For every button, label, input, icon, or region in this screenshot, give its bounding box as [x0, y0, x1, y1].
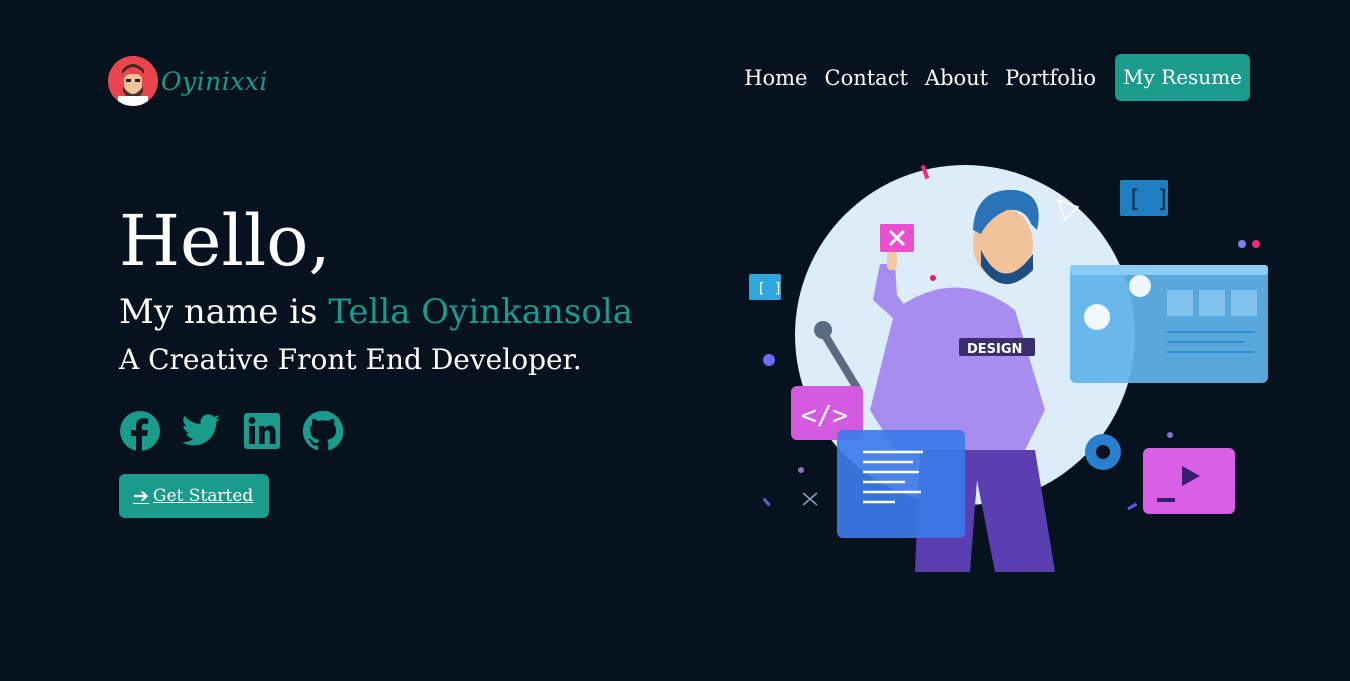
nav-about[interactable]: About [925, 66, 988, 90]
linkedin-icon[interactable] [241, 410, 283, 452]
main-nav: Home Contact About Portfolio My Resume [727, 54, 1250, 101]
nav-home[interactable]: Home [744, 66, 807, 90]
developer-name: Tella Oyinkansola [328, 292, 633, 332]
cta-label: Get Started [152, 486, 254, 506]
resume-button[interactable]: My Resume [1115, 54, 1250, 101]
developer-illustration: [ ] [ ] DESIGN </> [745, 160, 1275, 575]
hero-greeting: Hello, [119, 200, 331, 282]
brand-name: Oyinixxi [161, 66, 268, 96]
get-started-button[interactable]: ➔ Get Started [119, 474, 270, 518]
hero-name-line: My name is Tella Oyinkansola [119, 290, 633, 334]
logo[interactable]: Oyinixxi [108, 56, 268, 106]
name-prefix: My name is [119, 292, 318, 332]
avatar [108, 56, 158, 106]
svg-text:[ ]: [ ] [757, 281, 782, 297]
design-badge-text: DESIGN [967, 342, 1022, 357]
twitter-icon[interactable] [180, 410, 222, 452]
nav-portfolio[interactable]: Portfolio [1005, 66, 1096, 90]
hero-section: Hello, My name is Tella Oyinkansola A Cr… [119, 198, 633, 518]
arrow-right-icon: ➔ [133, 485, 149, 507]
nav-contact[interactable]: Contact [825, 66, 908, 90]
facebook-icon[interactable] [119, 410, 161, 452]
site-header: Oyinixxi Home Contact About Portfolio My… [0, 0, 1350, 140]
hero-role: A Creative Front End Developer. [119, 343, 582, 376]
github-icon[interactable] [302, 410, 344, 452]
svg-text:</>: </> [801, 401, 848, 431]
social-links [119, 410, 633, 452]
svg-text:[ ]: [ ] [1127, 185, 1170, 213]
